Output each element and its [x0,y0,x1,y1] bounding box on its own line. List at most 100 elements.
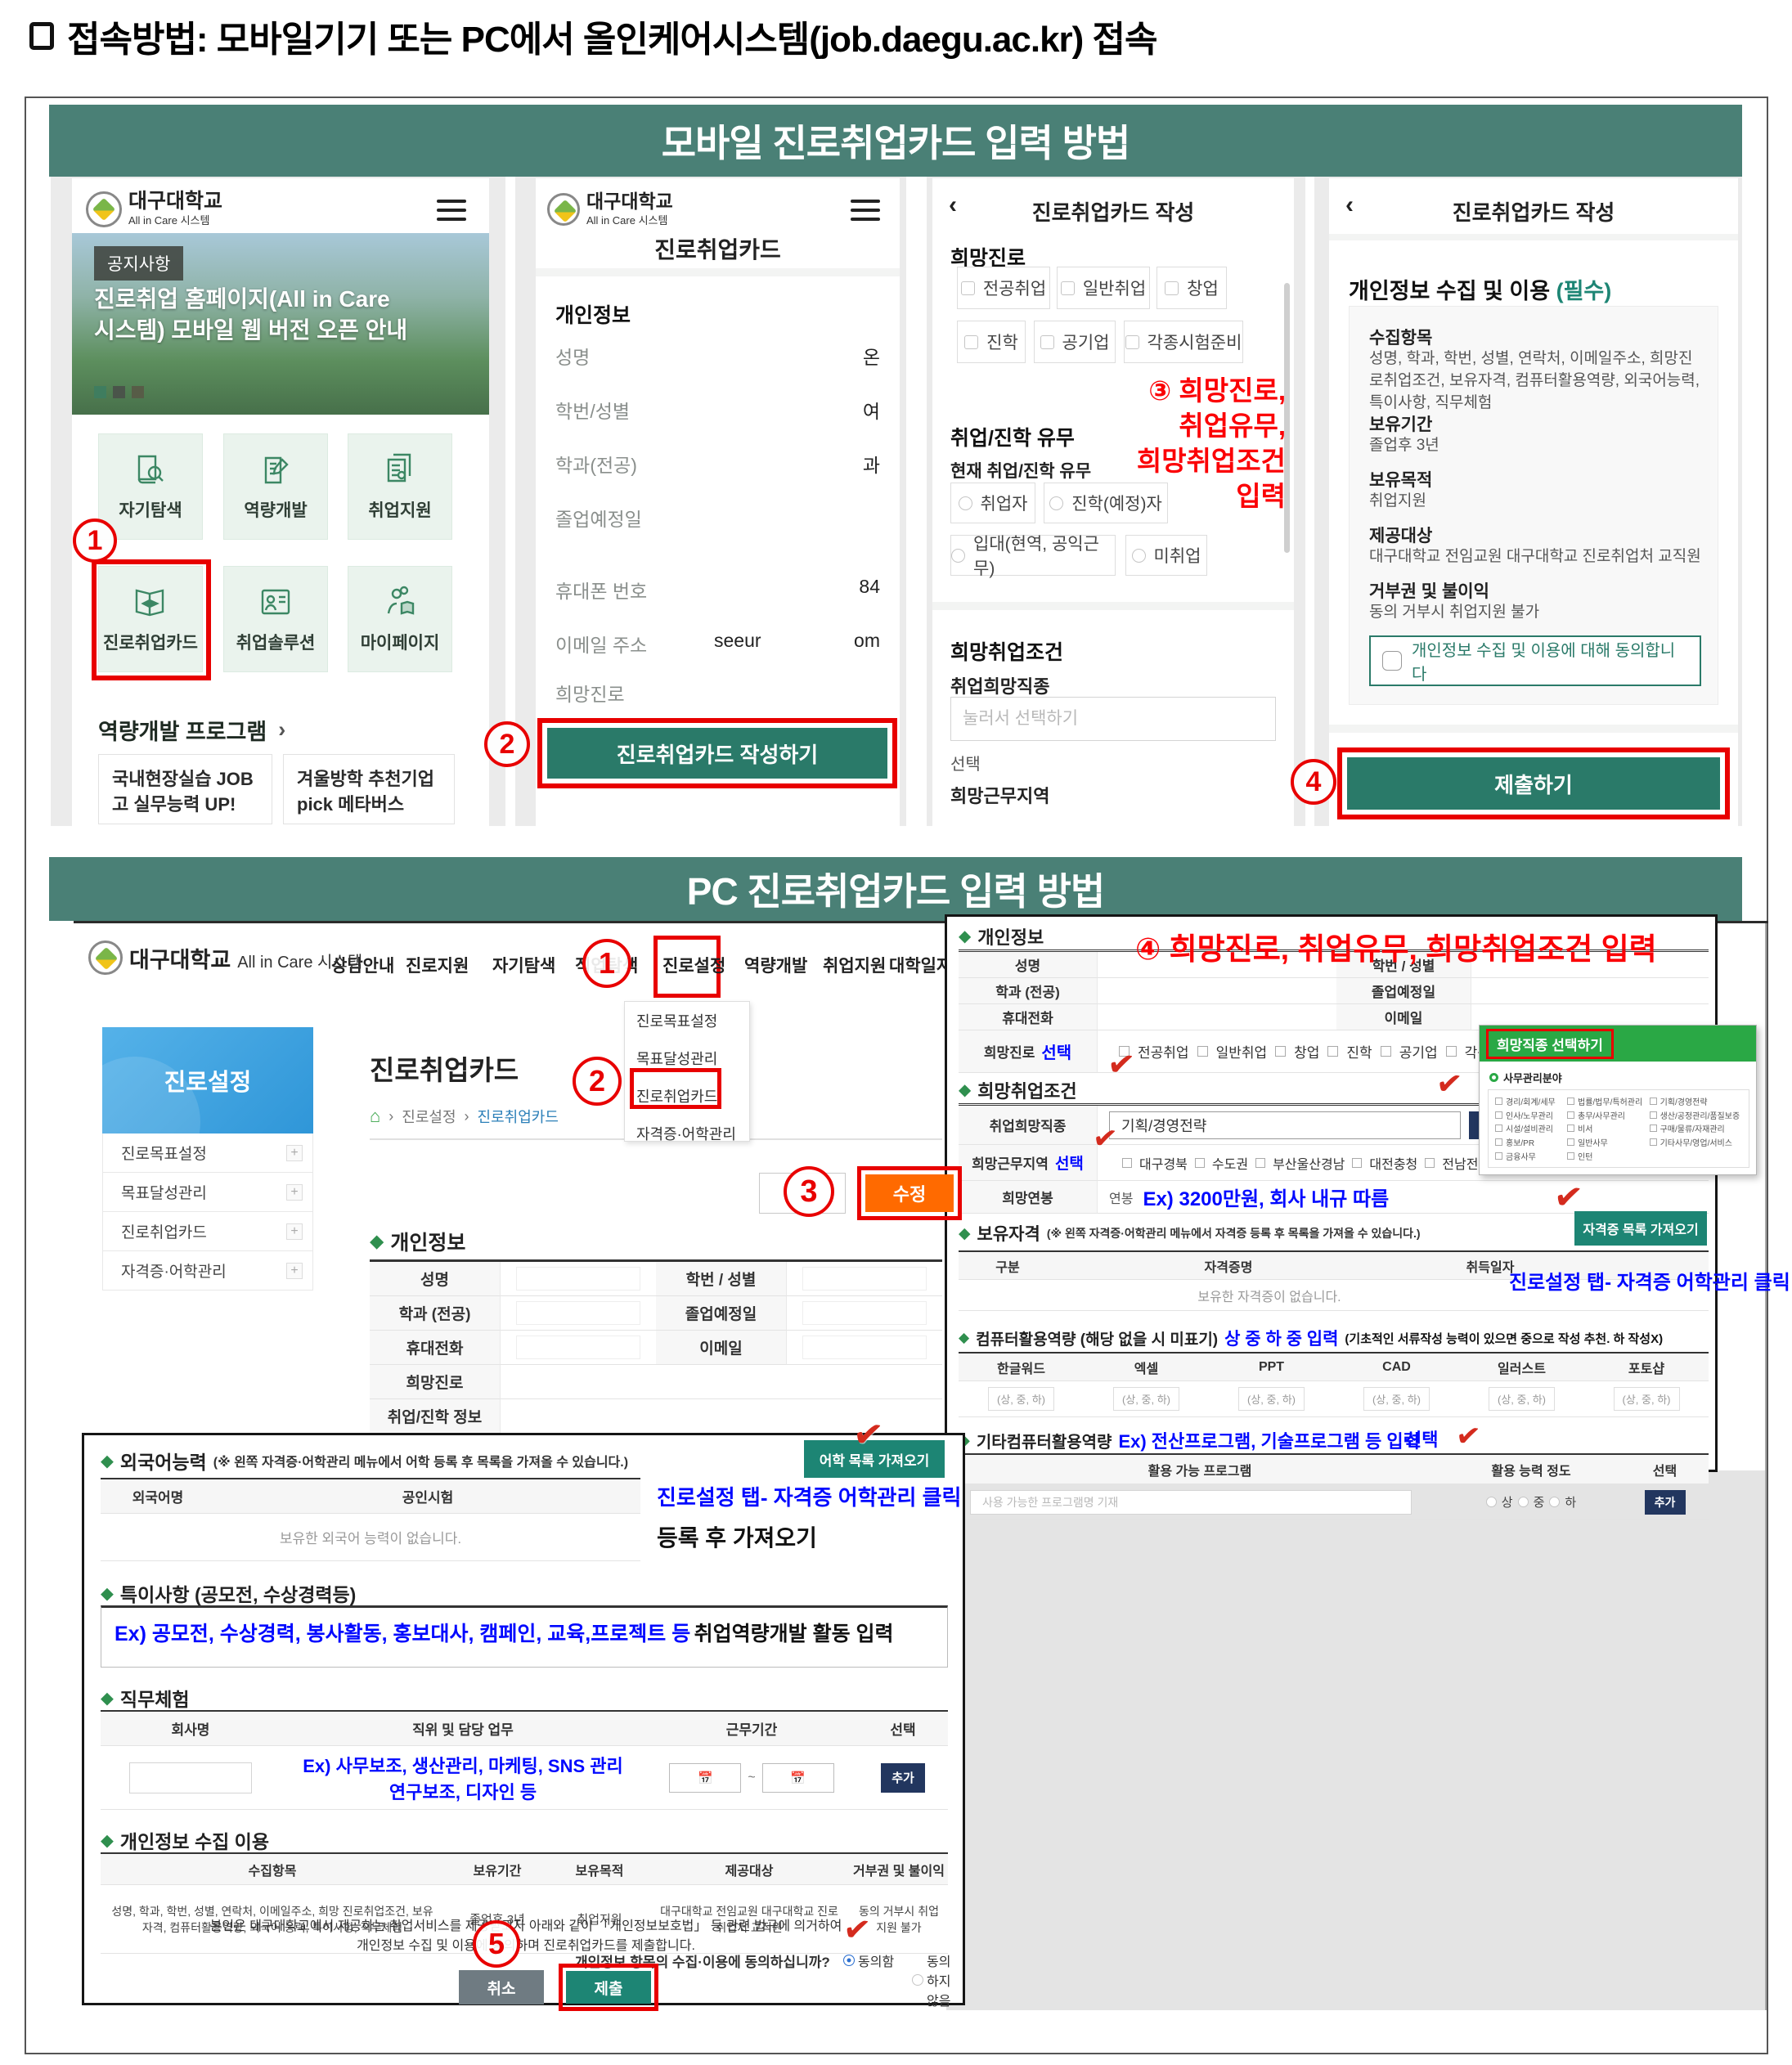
popup-options-grid: 경리/회계/세무 법률/법무/특허관리 기획/경영전략 인사/노무관리 총무/사… [1488,1089,1749,1168]
popup-option[interactable]: 기획/경영전략 [1650,1097,1742,1107]
doc-title-text: 접속방법: 모바일기기 또는 PC에서 올인케어시스템(job.daegu.ac… [67,10,1157,62]
option-further-study[interactable]: 진학 [957,321,1026,363]
plus-icon[interactable]: + [286,1263,303,1279]
radio-agree[interactable]: 동의함 [843,1951,894,1970]
popup-option[interactable]: 비서 [1567,1124,1646,1134]
nav-career-setting[interactable]: 진로설정 [662,953,725,977]
popup-option[interactable]: 기타사무/영업/서비스 [1650,1138,1742,1147]
dropdown-goal-setting[interactable]: 진로목표설정 [625,1002,749,1039]
breadcrumb-career-setting[interactable]: 진로설정 [402,1106,456,1127]
date-from-input[interactable]: 📅 [669,1763,741,1793]
program-card-1[interactable]: 국내현장실습 JOB고 실무능력 UP! [98,754,272,824]
popup-option[interactable]: 시설/설비관리 [1495,1124,1564,1134]
nav-capability[interactable]: 역량개발 [744,953,807,977]
cancel-button[interactable]: 취소 [459,1970,544,2004]
sidebar-item-goal-management[interactable]: 목표달성관리+ [102,1173,313,1212]
language-tab-annotation: 진로설정 탭- 자격증 어학관리 클릭 [657,1481,961,1511]
nav-self-exploration[interactable]: 자기탐색 [492,953,555,977]
add-button[interactable]: 추가 [1645,1490,1686,1515]
radio-employed[interactable]: 취업자 [950,483,1035,523]
tile-capability-development[interactable]: 역량개발 [223,433,328,540]
job-category-input[interactable] [1109,1111,1461,1139]
radio-military[interactable]: 입대(현역, 공익근무) [950,535,1116,576]
popup-option[interactable]: 구매/물류/자재관리 [1650,1124,1742,1134]
popup-option[interactable]: 인사/노무관리 [1495,1111,1564,1120]
diamond-icon: ◆ [959,1224,971,1243]
fetch-certificates-button[interactable]: 자격증 목록 가져오기 [1574,1211,1707,1246]
other-level-radios[interactable]: 상 중 하 [1441,1484,1621,1520]
job-category-input[interactable] [950,697,1276,741]
option-major-employment[interactable]: 전공취업 [957,267,1050,309]
page-title: 진로취업카드 작성 [932,196,1294,227]
popup-option[interactable]: 금융사무 [1495,1151,1564,1160]
popup-option[interactable]: 생산/공정관리/품질보증 [1650,1111,1742,1120]
pc-window-right-border [1765,923,1767,2010]
skill-level-input[interactable]: (상, 중, 하) [1489,1387,1555,1411]
pc-logo[interactable]: 대구대학교 All in Care 시스템 [88,940,362,975]
carousel-dots[interactable] [94,386,144,398]
option-public-company[interactable]: 공기업 [1034,321,1116,363]
sidebar-item-cert-language[interactable]: 자격증·어학관리+ [102,1251,313,1291]
other-program-input[interactable] [970,1490,1412,1515]
highlight-edit-button: 수정 [857,1166,962,1220]
hamburger-menu-icon[interactable] [437,200,466,221]
field-id-gender-value: 여 [863,396,880,424]
write-career-card-button[interactable]: 진로취업카드 작성하기 [547,728,887,779]
radio-icon [912,1974,923,1986]
nav-employment-support[interactable]: 취업지원 [823,953,886,977]
app-logo[interactable]: 대구대학교 All in Care 시스템 [547,191,673,227]
breadcrumb-career-card[interactable]: 진로취업카드 [478,1106,559,1127]
program-card-2[interactable]: 겨울방학 추천기업pick 메타버스 [283,754,455,824]
skill-level-input[interactable]: (상, 중, 하) [1113,1387,1179,1411]
field-email-value-right: om [854,630,880,652]
screenshot-root: 접속방법: 모바일기기 또는 PC에서 올인케어시스템(job.daegu.ac… [0,0,1792,2065]
add-button[interactable]: 추가 [881,1763,925,1793]
nav-career-support[interactable]: 진로지원 [406,953,469,977]
home-icon[interactable]: ⌂ [370,1106,380,1127]
app-logo[interactable]: 대구대학교 All in Care 시스템 [86,191,222,227]
program-heading[interactable]: 역량개발 프로그램 › [98,714,285,746]
hamburger-menu-icon[interactable] [851,200,880,221]
submit-button[interactable]: 제출 [566,1971,651,2004]
plus-icon[interactable]: + [286,1184,303,1201]
radio-disagree[interactable]: 동의하지 않음 [912,1951,963,2009]
hero-carousel[interactable]: 공지사항 진로취업 홈페이지(All in Care 시스템) 모바일 웹 버전… [72,233,489,415]
popup-option[interactable]: 법률/법무/특허관리 [1567,1097,1646,1107]
page-title: 진로취업카드 [536,232,900,265]
skill-level-input[interactable]: (상, 중, 하) [1363,1387,1430,1411]
popup-option[interactable]: 인턴 [1567,1151,1646,1160]
popup-option[interactable]: 경리/회계/세무 [1495,1097,1564,1107]
option-general-employment[interactable]: 일반취업 [1057,267,1150,309]
sidebar-item-goal-setting[interactable]: 진로목표설정+ [102,1134,313,1173]
edit-button[interactable]: 수정 [865,1174,954,1212]
popup-option[interactable]: 총무/사무관리 [1567,1111,1646,1120]
popup-option[interactable]: 홍보/PR [1495,1138,1564,1147]
sidebar-item-career-card[interactable]: 진로취업카드+ [102,1212,313,1251]
option-startup[interactable]: 창업 [1156,267,1227,309]
checkbox-bullet-icon [29,22,54,50]
option-exam-preparation[interactable]: 각종시험준비 [1124,321,1243,363]
chevron-right-icon: › [278,717,285,743]
plus-icon[interactable]: + [286,1145,303,1161]
employment-status-heading: 취업/진학 유무 [950,422,1075,451]
skill-level-input[interactable]: (상, 중, 하) [988,1387,1054,1411]
dropdown-cert-language[interactable]: 자격증·어학관리 [625,1115,749,1152]
tile-employment-solution[interactable]: 취업솔루션 [223,566,328,672]
field-phone-label: 휴대폰 번호 [555,576,647,604]
tile-self-exploration[interactable]: 자기탐색 [98,433,203,540]
popup-title: 희망직종 선택하기 [1486,1029,1614,1059]
company-input[interactable] [129,1762,252,1793]
tile-my-page[interactable]: 마이페이지 [348,566,452,672]
popup-option[interactable]: 일반사무 [1567,1138,1646,1147]
skill-level-input[interactable]: (상, 중, 하) [1238,1387,1305,1411]
date-to-input[interactable]: 📅 [762,1763,834,1793]
privacy-heading: ◆ 개인정보 수집 이용 [101,1826,269,1854]
special-note-textarea[interactable]: Ex) 공모전, 수상경력, 봉사활동, 홍보대사, 캠페인, 교육,프로젝트 … [101,1605,948,1668]
tile-employment-support[interactable]: 취업지원 [348,433,452,540]
radio-unemployed[interactable]: 미취업 [1125,535,1207,576]
plus-icon[interactable]: + [286,1223,303,1240]
skill-level-input[interactable]: (상, 중, 하) [1614,1387,1680,1411]
breadcrumb-sep: › [465,1108,469,1125]
consent-checkbox[interactable]: 개인정보 수집 및 이용에 대해 동의합니다 [1369,635,1701,686]
submit-button[interactable]: 제출하기 [1347,757,1720,810]
